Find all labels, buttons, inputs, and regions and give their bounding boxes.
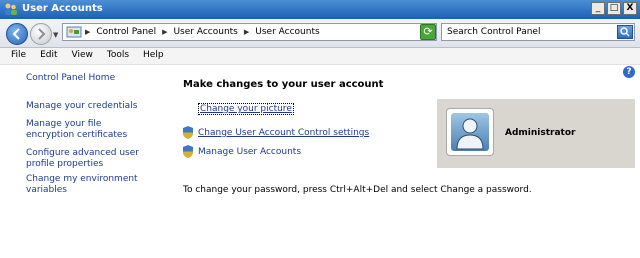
title-bar: User Accounts _ □ X	[0, 0, 640, 19]
window-title: User Accounts	[22, 3, 103, 14]
minimize-button[interactable]: _	[591, 2, 605, 15]
refresh-icon: ⟳	[423, 25, 433, 38]
sidebar-item-manage-credentials[interactable]: Manage your credentials	[26, 101, 166, 112]
breadcrumb-control-panel[interactable]: Control Panel	[96, 27, 156, 37]
arrow-right-icon	[38, 28, 46, 40]
breadcrumb-separator-icon[interactable]: ▶	[162, 28, 167, 36]
sidebar-item-control-panel-home[interactable]: Control Panel Home	[26, 73, 166, 84]
help-icon[interactable]: ?	[623, 66, 635, 78]
menu-tools[interactable]: Tools	[100, 48, 136, 64]
change-picture-link[interactable]: Change your picture	[198, 103, 294, 115]
menu-help[interactable]: Help	[136, 48, 171, 64]
menu-edit[interactable]: Edit	[33, 48, 64, 64]
refresh-button[interactable]: ⟳	[420, 24, 436, 40]
history-dropdown-icon[interactable]: ▼	[53, 31, 58, 39]
users-icon	[5, 3, 17, 15]
avatar	[446, 108, 494, 156]
manage-accounts-link[interactable]: Manage User Accounts	[198, 147, 301, 157]
task-uac-settings[interactable]: Change User Account Control settings	[182, 126, 369, 139]
uac-shield-icon	[183, 145, 193, 158]
breadcrumb-separator-icon[interactable]: ▶	[85, 28, 90, 36]
password-note: To change your password, press Ctrl+Alt+…	[183, 185, 532, 195]
user-panel: Administrator	[437, 99, 635, 168]
forward-button[interactable]	[30, 23, 52, 45]
sidebar-item-environment-variables[interactable]: Change my environment variables	[26, 174, 176, 196]
breadcrumb-user-accounts-current[interactable]: User Accounts	[255, 27, 319, 37]
control-panel-icon	[66, 26, 82, 38]
menu-view[interactable]: View	[65, 48, 100, 64]
menu-bar: File Edit View Tools Help	[0, 48, 640, 65]
address-bar[interactable]: ▶ Control Panel ▶ User Accounts ▶ User A…	[62, 23, 437, 41]
sidebar: Control Panel Home Manage your credentia…	[0, 66, 170, 258]
page-title: Make changes to your user account	[183, 79, 384, 90]
sidebar-item-advanced-profile[interactable]: Configure advanced user profile properti…	[26, 148, 156, 170]
search-input[interactable]: Search Control Panel	[441, 23, 635, 41]
menu-file[interactable]: File	[4, 48, 33, 64]
task-change-picture[interactable]: Change your picture	[198, 103, 294, 115]
uac-shield-icon	[183, 126, 193, 139]
breadcrumb-user-accounts[interactable]: User Accounts	[173, 27, 237, 37]
user-name: Administrator	[505, 128, 576, 138]
search-placeholder: Search Control Panel	[447, 27, 541, 37]
task-manage-accounts[interactable]: Manage User Accounts	[182, 145, 301, 158]
back-button[interactable]	[6, 23, 28, 45]
navigation-bar: ▼ ▶ Control Panel ▶ User Accounts ▶ User…	[0, 19, 640, 48]
sidebar-item-file-encryption[interactable]: Manage your file encryption certificates	[26, 119, 141, 141]
search-icon[interactable]	[617, 25, 633, 39]
uac-settings-link[interactable]: Change User Account Control settings	[198, 128, 369, 138]
user-icon	[456, 118, 484, 150]
arrow-left-icon	[12, 28, 20, 40]
maximize-button[interactable]: □	[607, 2, 621, 15]
close-button[interactable]: X	[623, 2, 637, 15]
breadcrumb-separator-icon[interactable]: ▶	[244, 28, 249, 36]
